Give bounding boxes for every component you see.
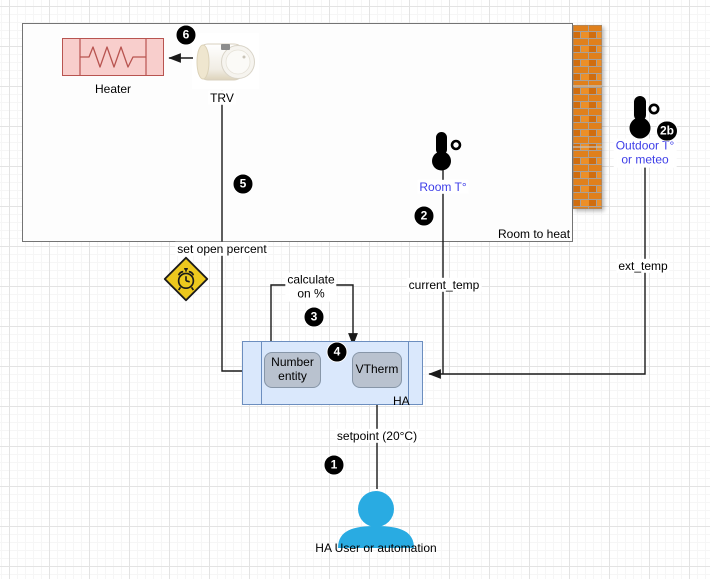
timer-diamond-icon: [162, 255, 210, 303]
diagram-canvas: Number entity VTherm HA Heater TRV Room …: [0, 0, 710, 579]
room-thermometer-icon: [428, 131, 462, 173]
trv-device-image: [192, 33, 259, 89]
user-label: HA User or automation: [315, 541, 436, 555]
room-to-heat-label: Room to heat: [498, 227, 570, 241]
ha-left-bar: [261, 342, 262, 404]
step-badge-6: 6: [176, 25, 197, 46]
room-temp-label: Room T°: [417, 180, 468, 194]
step-badge-1: 1: [324, 455, 345, 476]
vtherm-node: VTherm: [352, 352, 402, 388]
heater-shape: [62, 38, 164, 76]
setpoint-label: setpoint (20°C): [335, 429, 419, 443]
step-badge-2b: 2b: [656, 121, 678, 142]
number-entity-node: Number entity: [264, 352, 321, 388]
outdoor-temp-label: Outdoor T° or meteo: [614, 139, 677, 168]
resistor-icon: [63, 39, 163, 75]
step-badge-4: 4: [327, 342, 348, 363]
ha-label: HA: [393, 394, 410, 408]
calculate-on-percent-label: calculate on %: [285, 273, 336, 302]
heater-label: Heater: [95, 82, 131, 96]
step-badge-3: 3: [304, 307, 325, 328]
ext-temp-label: ext_temp: [616, 259, 669, 273]
set-open-percent-label: set open percent: [175, 242, 268, 256]
outdoor-thermometer-icon: [626, 94, 660, 140]
step-badge-2: 2: [414, 206, 435, 227]
trv-valve-icon: [192, 33, 259, 89]
step-badge-5: 5: [233, 174, 254, 195]
trv-label: TRV: [208, 91, 236, 105]
current-temp-label: current_temp: [407, 278, 482, 292]
user-icon: [330, 488, 422, 548]
brick-wall-icon: [573, 25, 602, 209]
